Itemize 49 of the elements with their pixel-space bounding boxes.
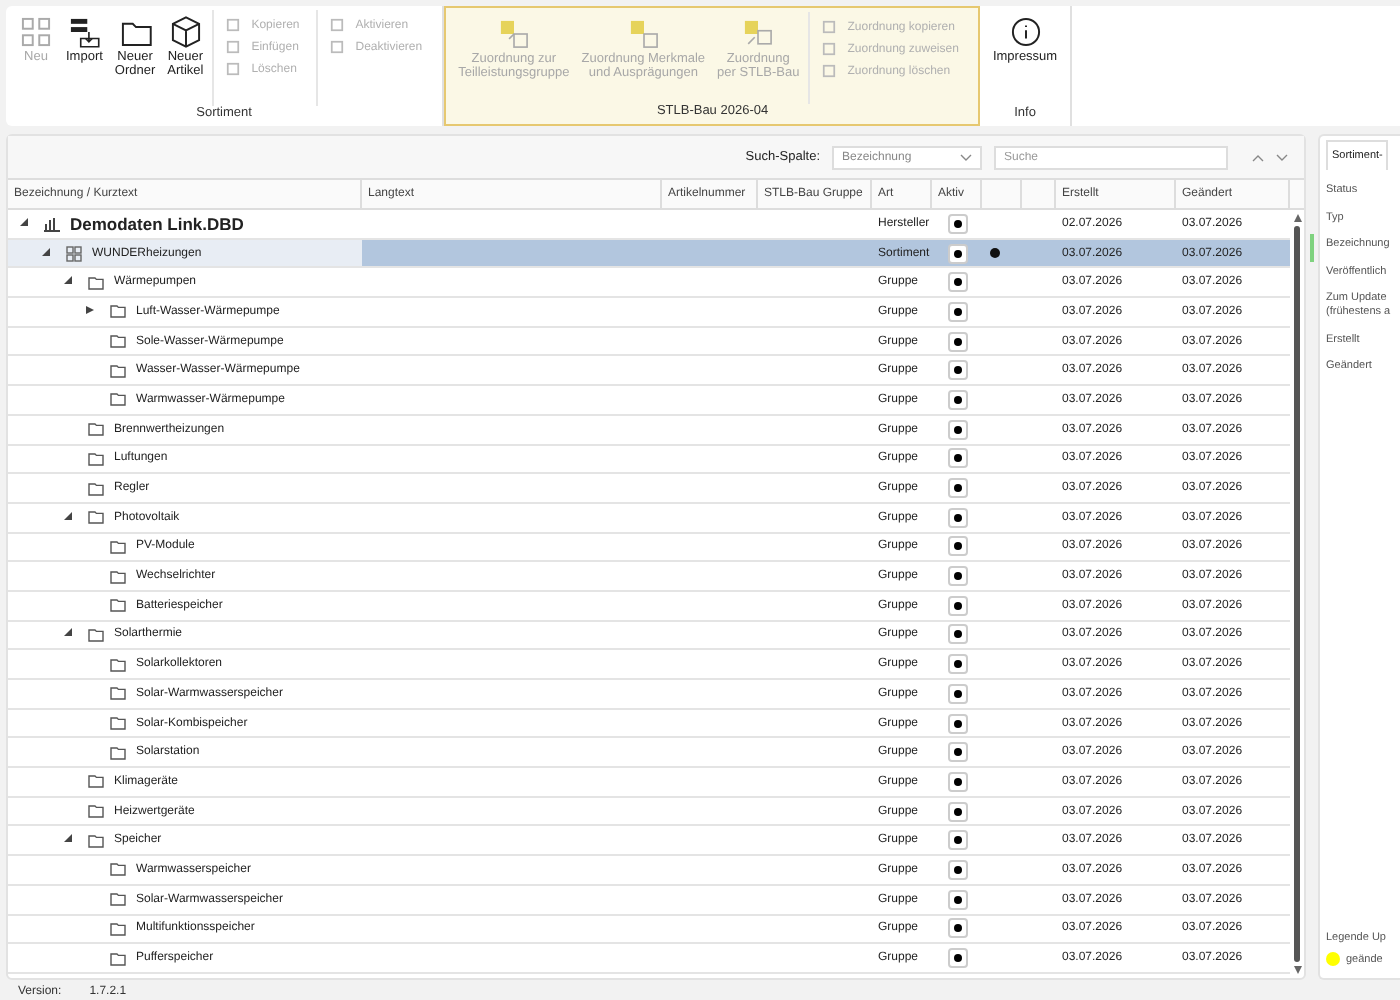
expand-icon[interactable] <box>86 305 94 314</box>
collapse-icon[interactable] <box>64 276 72 285</box>
linked-table-icon <box>495 16 532 52</box>
active-checkbox[interactable] <box>948 536 968 557</box>
active-checkbox[interactable] <box>948 507 968 528</box>
collapse-icon[interactable] <box>64 834 72 843</box>
chevron-up-icon[interactable] <box>1252 153 1264 161</box>
active-checkbox[interactable] <box>948 478 968 499</box>
active-checkbox[interactable] <box>948 448 968 469</box>
active-checkbox[interactable] <box>948 771 968 792</box>
collapse-icon[interactable] <box>64 511 72 520</box>
active-checkbox[interactable] <box>948 360 968 381</box>
item-name: Demodaten Link.DBD <box>70 213 244 234</box>
active-checkbox[interactable] <box>948 301 968 322</box>
active-checkbox[interactable] <box>948 742 968 763</box>
active-checkbox[interactable] <box>948 419 968 440</box>
collapse-icon[interactable] <box>42 247 50 256</box>
active-checkbox[interactable] <box>948 243 968 264</box>
active-checkbox[interactable] <box>948 713 968 734</box>
collapse-icon[interactable] <box>64 628 72 637</box>
active-checkbox[interactable] <box>948 654 968 675</box>
active-checkbox[interactable] <box>948 948 968 969</box>
active-checkbox[interactable] <box>948 213 968 234</box>
active-checkbox[interactable] <box>948 918 968 939</box>
bar-chart-icon <box>44 215 60 232</box>
scrollbar[interactable] <box>1290 210 1304 978</box>
collapse-icon[interactable] <box>20 217 28 226</box>
active-checkbox[interactable] <box>948 566 968 587</box>
status-strip <box>1310 234 1314 262</box>
chevron-down-icon[interactable] <box>1276 153 1288 161</box>
import-icon <box>66 14 103 50</box>
active-checkbox[interactable] <box>948 859 968 880</box>
linked-table-icon <box>625 16 662 52</box>
cube-icon <box>167 14 204 50</box>
active-checkbox[interactable] <box>948 889 968 910</box>
active-checkbox[interactable] <box>948 624 968 645</box>
active-checkbox[interactable] <box>948 595 968 616</box>
chevron-down-icon <box>960 153 972 161</box>
active-checkbox[interactable] <box>948 801 968 822</box>
active-checkbox[interactable] <box>948 389 968 410</box>
grid-icon <box>18 14 54 50</box>
grid-icon <box>66 245 82 262</box>
active-checkbox[interactable] <box>948 683 968 704</box>
active-checkbox[interactable] <box>948 830 968 851</box>
info-icon <box>1007 14 1044 50</box>
scroll-up-icon[interactable] <box>1293 214 1301 222</box>
active-checkbox[interactable] <box>948 272 968 293</box>
active-checkbox[interactable] <box>948 331 968 352</box>
scroll-down-icon[interactable] <box>1293 966 1301 974</box>
